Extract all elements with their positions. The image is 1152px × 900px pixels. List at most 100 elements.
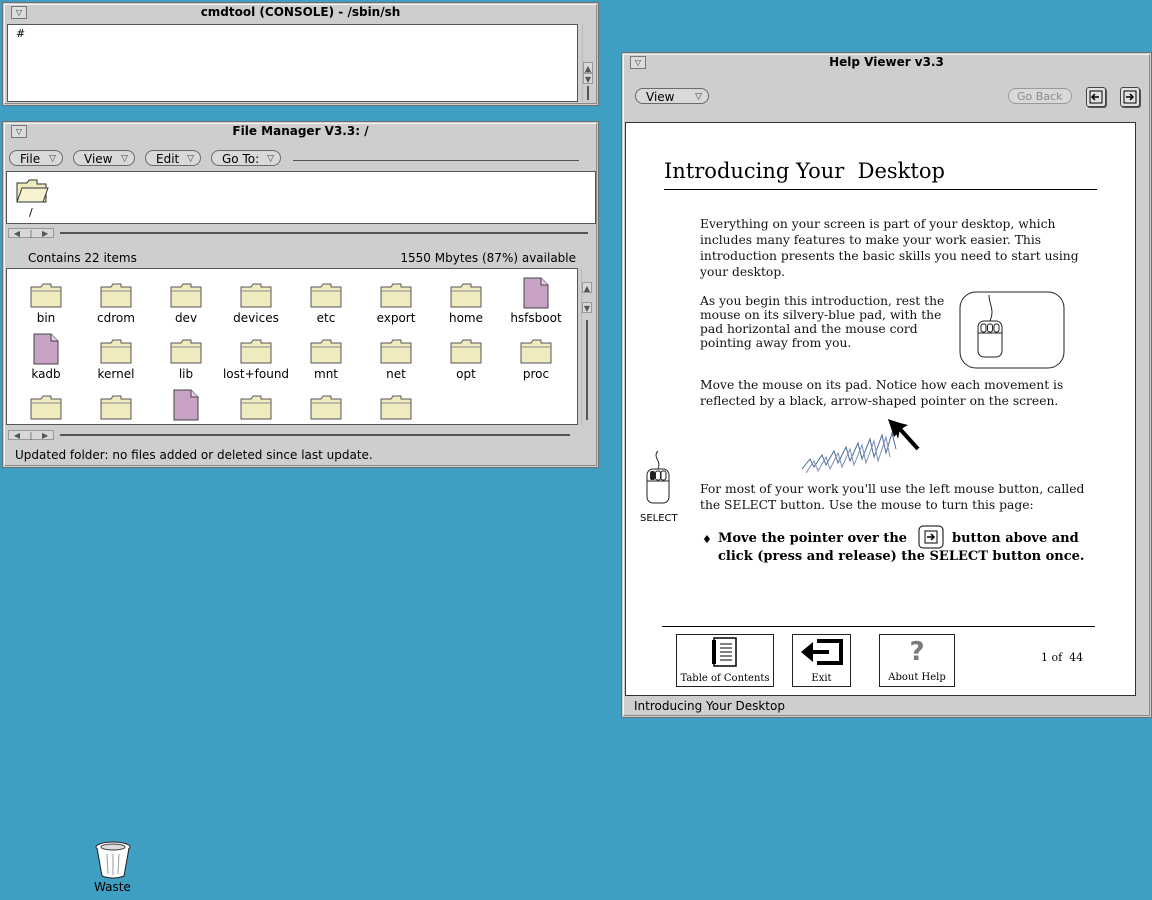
open-folder-icon[interactable]	[15, 178, 49, 207]
select-label: SELECT	[640, 513, 678, 524]
previous-page-button[interactable]	[1086, 87, 1106, 107]
path-label: /	[29, 206, 33, 219]
select-paragraph: For most of your work you'll use the lef…	[700, 482, 1085, 512]
folder-item[interactable]: bin	[11, 281, 81, 331]
scroll-down-arrow-icon[interactable]: ▼	[583, 73, 593, 84]
document-icon	[33, 333, 59, 365]
item-label: net	[386, 367, 406, 381]
next-page-button[interactable]	[1120, 87, 1140, 107]
go-back-button[interactable]: Go Back	[1008, 88, 1072, 104]
console-text-area[interactable]: #	[7, 24, 578, 102]
item-label: home	[448, 311, 484, 325]
path-pane: /	[6, 171, 596, 224]
status-message: Updated folder: no files added or delete…	[15, 448, 373, 462]
folder-icon	[380, 283, 412, 308]
goto-path-field[interactable]	[293, 160, 579, 161]
document-icon	[523, 277, 549, 309]
console-scrollbar[interactable]: ▲ ▼	[582, 24, 593, 102]
file-item[interactable]	[151, 389, 221, 424]
folder-item[interactable]	[81, 393, 151, 424]
select-mouse-icon	[646, 450, 670, 504]
help-heading: Introducing Your Desktop	[664, 159, 945, 183]
cmdtool-titlebar[interactable]: ▽ cmdtool (CONSOLE) - /sbin/sh	[3, 3, 598, 21]
folder-icon	[450, 339, 482, 364]
page-indicator: 1 of 44	[1041, 651, 1084, 664]
table-of-contents-icon	[712, 637, 737, 667]
waste-label: Waste	[94, 880, 131, 894]
window-menu-button[interactable]: ▽	[630, 56, 646, 69]
folder-item[interactable]: net	[361, 337, 431, 387]
folder-icon	[30, 395, 62, 420]
menu-triangle-icon: ▽	[49, 154, 56, 164]
toc-label: Table of Contents	[680, 673, 770, 684]
scroll-down-arrow-icon[interactable]: ▼	[582, 302, 592, 313]
folder-item[interactable]: opt	[431, 337, 501, 387]
help-viewer-titlebar[interactable]: ▽ Help Viewer v3.3	[622, 53, 1151, 71]
item-label: lib	[178, 367, 194, 381]
help-page: Introducing Your Desktop Everything on y…	[625, 122, 1136, 696]
scroll-up-arrow-icon[interactable]: ▲	[583, 62, 593, 73]
folder-item[interactable]: home	[431, 281, 501, 331]
file-manager-window: ▽ File Manager V3.3: / File ▽ View ▽ Edit ▽…	[2, 121, 599, 468]
window-menu-button[interactable]: ▽	[11, 125, 27, 138]
help-viewer-window: ▽ Help Viewer v3.3 View ▽ Go Back Introdu…	[621, 52, 1152, 718]
cmdtool-window: ▽ cmdtool (CONSOLE) - /sbin/sh # ▲ ▼	[2, 2, 599, 106]
menu-triangle-icon: ▽	[121, 154, 128, 164]
file-item[interactable]: kadb	[11, 333, 81, 387]
item-label: opt	[456, 367, 476, 381]
folder-icon	[240, 339, 272, 364]
view-menu-button[interactable]: View ▽	[73, 150, 135, 166]
about-help-button[interactable]: ? About Help	[879, 634, 955, 687]
exit-button[interactable]: Exit	[792, 634, 851, 687]
contents-scrollbar[interactable]: ▲ ▼	[581, 268, 592, 425]
menu-triangle-icon: ▽	[187, 154, 194, 164]
file-item[interactable]: hsfsboot	[501, 277, 571, 331]
file-menu-button[interactable]: File ▽	[9, 150, 63, 166]
item-label: lost+found	[222, 367, 290, 381]
shell-prompt: #	[16, 27, 26, 40]
next-page-icon	[1123, 90, 1137, 104]
item-label: etc	[316, 311, 336, 325]
item-label: kadb	[31, 367, 61, 381]
disk-space: 1550 Mbytes (87%) available	[400, 251, 576, 265]
scroll-track[interactable]	[586, 320, 588, 420]
instruction-line-1a: Move the pointer over the	[718, 531, 908, 546]
folder-item[interactable]	[221, 393, 291, 424]
help-view-menu-button[interactable]: View ▽	[635, 88, 709, 104]
folder-item[interactable]: export	[361, 281, 431, 331]
folder-item[interactable]	[291, 393, 361, 424]
folder-item[interactable]: mnt	[291, 337, 361, 387]
folder-item[interactable]: proc	[501, 337, 571, 387]
folder-item[interactable]: lost+found	[221, 337, 291, 387]
window-menu-button[interactable]: ▽	[11, 6, 27, 19]
bullet-icon: ♦	[702, 533, 712, 546]
contents-hscrollbar[interactable]: ◀ | ▶	[8, 430, 576, 440]
item-label: export	[376, 311, 416, 325]
folder-item[interactable]: kernel	[81, 337, 151, 387]
folder-item[interactable]: dev	[151, 281, 221, 331]
hscroll-arrows-icon[interactable]: ◀ | ▶	[8, 228, 54, 238]
file-manager-titlebar[interactable]: ▽ File Manager V3.3: /	[3, 122, 598, 140]
folder-item[interactable]: devices	[221, 281, 291, 331]
folder-contents-pane[interactable]: bin cdrom dev devices etc export home hsfsboot k…	[6, 268, 578, 425]
folder-item[interactable]: etc	[291, 281, 361, 331]
hscroll-arrows-icon[interactable]: ◀ | ▶	[8, 430, 54, 440]
scroll-up-arrow-icon[interactable]: ▲	[582, 282, 592, 293]
table-of-contents-button[interactable]: Table of Contents	[676, 634, 774, 687]
goto-menu-button[interactable]: Go To: ▽	[211, 150, 281, 166]
footer-rule	[662, 626, 1095, 627]
folder-item[interactable]: lib	[151, 337, 221, 387]
help-footer-status: Introducing Your Desktop	[634, 699, 785, 713]
instruction-line-1b: button above and	[952, 531, 1079, 546]
scroll-anchor[interactable]	[587, 86, 589, 100]
edit-menu-button[interactable]: Edit ▽	[145, 150, 201, 166]
intro-paragraph: Everything on your screen is part of you…	[700, 217, 1079, 279]
folder-item[interactable]: cdrom	[81, 281, 151, 331]
exit-label: Exit	[811, 673, 832, 684]
folder-item[interactable]	[11, 393, 81, 424]
folder-icon	[310, 339, 342, 364]
waste-basket[interactable]: Waste	[90, 840, 136, 896]
folder-icon	[100, 395, 132, 420]
folder-item[interactable]	[361, 393, 431, 424]
path-hscrollbar[interactable]: ◀ | ▶	[8, 228, 594, 238]
